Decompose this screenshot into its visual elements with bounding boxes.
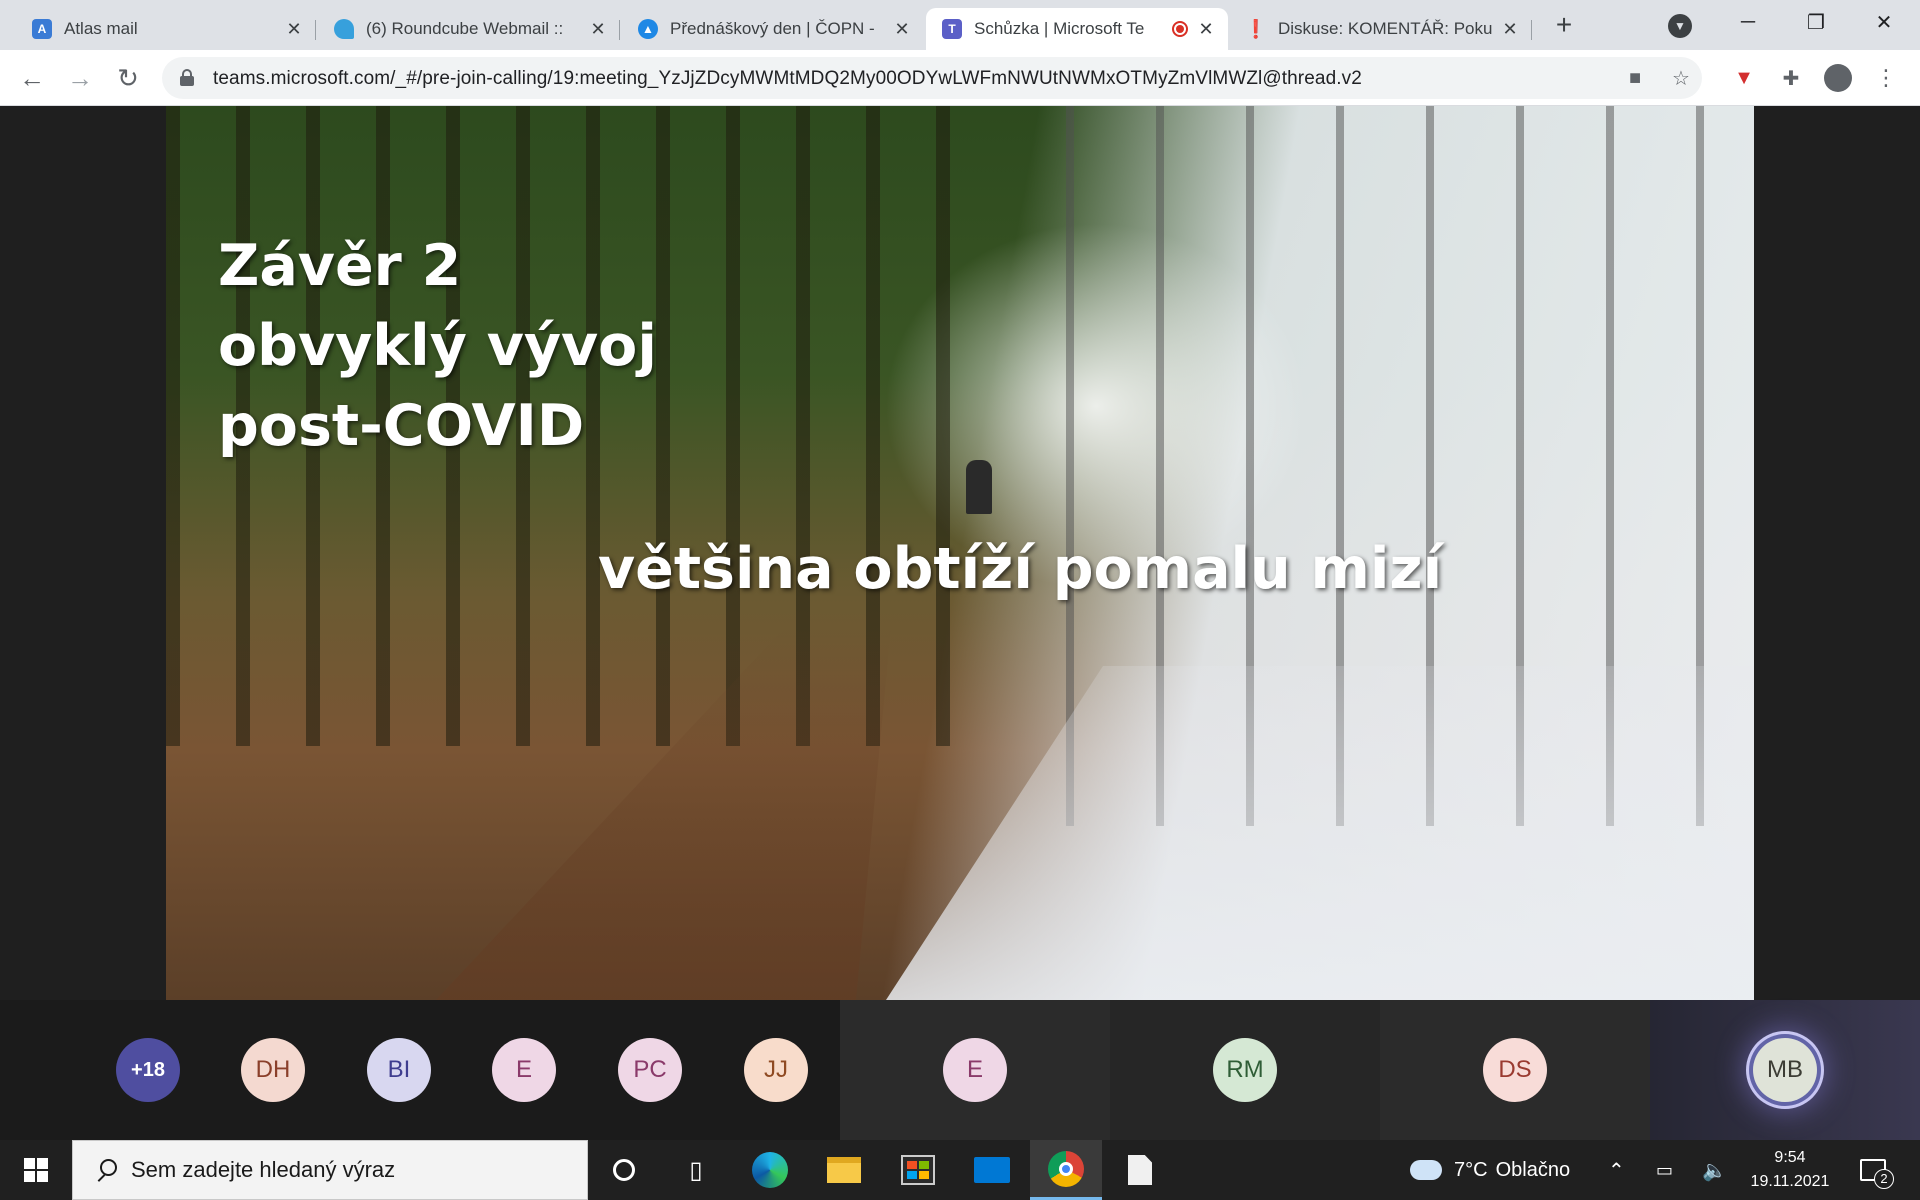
- close-tab-icon[interactable]: ✕: [892, 19, 912, 39]
- recording-indicator-icon: [1172, 21, 1188, 37]
- participant-avatar: PC: [618, 1038, 682, 1102]
- reload-icon[interactable]: ↻: [110, 60, 146, 96]
- address-bar[interactable]: teams.microsoft.com/_#/pre-join-calling/…: [162, 57, 1702, 99]
- volume-icon[interactable]: 🔈: [1702, 1140, 1727, 1200]
- browser-toolbar: ← → ↻ teams.microsoft.com/_#/pre-join-ca…: [0, 50, 1920, 106]
- microsoft-store-icon[interactable]: [882, 1140, 954, 1200]
- participant-tile[interactable]: DS: [1380, 1000, 1650, 1140]
- browser-tab-strip: A Atlas mail ✕ (6) Roundcube Webmail :: …: [0, 0, 1920, 50]
- document-file-icon[interactable]: [1104, 1140, 1176, 1200]
- participant-tile-speaking[interactable]: MB: [1650, 1000, 1920, 1140]
- browser-menu-kebab-icon[interactable]: ⋮: [1870, 62, 1902, 94]
- participant-avatar: E: [492, 1038, 556, 1102]
- system-clock[interactable]: 9:54 19.11.2021: [1732, 1146, 1848, 1194]
- notification-center-icon[interactable]: 2: [1860, 1140, 1894, 1200]
- search-icon: [95, 1159, 117, 1181]
- chrome-taskbar-icon[interactable]: [1030, 1140, 1102, 1200]
- bookmark-star-icon[interactable]: ☆: [1668, 65, 1694, 91]
- show-hidden-icons-chevron-icon[interactable]: ⌃: [1608, 1140, 1625, 1200]
- profile-avatar-icon[interactable]: [1822, 62, 1854, 94]
- slide-title-line: post-COVID: [218, 393, 585, 459]
- participant-tile[interactable]: E: [840, 1000, 1110, 1140]
- tab-diskuse[interactable]: ❗ Diskuse: KOMENTÁŘ: Poku ✕: [1230, 8, 1532, 50]
- roundcube-favicon-icon: [334, 19, 354, 39]
- minimize-window-icon[interactable]: ─: [1714, 0, 1782, 44]
- tab-search-chevron-icon[interactable]: ▼: [1668, 14, 1692, 38]
- slide-title: Závěr 2 obvyklý vývoj post-COVID: [218, 226, 657, 466]
- tab-separator: [619, 20, 620, 40]
- pocket-extension-icon[interactable]: ▼: [1728, 62, 1760, 94]
- notification-count-badge: 2: [1874, 1169, 1894, 1189]
- file-explorer-icon[interactable]: [808, 1140, 880, 1200]
- participant-avatar: DH: [241, 1038, 305, 1102]
- search-placeholder: Sem zadejte hledaný výraz: [131, 1157, 396, 1182]
- close-tab-icon[interactable]: ✕: [1196, 19, 1216, 39]
- tab-title: Schůzka | Microsoft Te: [974, 19, 1145, 38]
- participant-avatar: MB: [1753, 1038, 1817, 1102]
- windows-logo-icon: [24, 1158, 48, 1182]
- cortana-icon[interactable]: [588, 1140, 660, 1200]
- tab-title: Přednáškový den | ČOPN -: [670, 19, 875, 38]
- close-tab-icon[interactable]: ✕: [1500, 19, 1520, 39]
- weather-temperature: 7°C: [1454, 1158, 1488, 1181]
- tab-title: (6) Roundcube Webmail ::: [366, 19, 564, 38]
- participant-tile[interactable]: BI: [363, 1000, 435, 1140]
- news-favicon-icon: ❗: [1244, 18, 1268, 39]
- slide-title-line: Závěr 2: [218, 233, 462, 299]
- slide-background-person: [966, 460, 992, 514]
- clock-time: 9:54: [1774, 1149, 1806, 1166]
- participant-tile[interactable]: RM: [1110, 1000, 1380, 1140]
- weather-description: Oblačno: [1495, 1158, 1571, 1181]
- camera-blocked-icon[interactable]: ■: [1622, 65, 1648, 91]
- tab-separator: [1531, 20, 1532, 40]
- windows-taskbar: Sem zadejte hledaný výraz ▯ 7°C Oblačno …: [0, 1140, 1920, 1200]
- teams-favicon-icon: T: [942, 19, 962, 39]
- cloud-weather-icon: [1410, 1160, 1442, 1180]
- task-view-icon[interactable]: ▯: [660, 1140, 732, 1200]
- clock-date: 19.11.2021: [1750, 1173, 1830, 1190]
- start-button[interactable]: [0, 1140, 72, 1200]
- tab-roundcube[interactable]: (6) Roundcube Webmail :: ✕: [318, 8, 620, 50]
- tab-title: Atlas mail: [64, 19, 138, 38]
- close-window-icon[interactable]: ✕: [1850, 0, 1918, 44]
- mail-envelope-icon[interactable]: [956, 1140, 1028, 1200]
- taskbar-search-box[interactable]: Sem zadejte hledaný výraz: [72, 1140, 588, 1200]
- restore-window-icon[interactable]: ❐: [1782, 0, 1850, 44]
- participant-gallery: +18 DH BI E PC JJ E RM DS MB: [0, 1000, 1920, 1140]
- extensions-puzzle-icon[interactable]: ✚: [1775, 62, 1807, 94]
- overflow-count-badge[interactable]: +18: [116, 1038, 180, 1102]
- url-text[interactable]: teams.microsoft.com/_#/pre-join-calling/…: [213, 68, 1362, 90]
- slide-background-snow: [886, 666, 1754, 1000]
- network-icon[interactable]: ▭: [1656, 1140, 1673, 1200]
- tab-atlas-mail[interactable]: A Atlas mail ✕: [16, 8, 316, 50]
- more-participants-button[interactable]: +18: [112, 1000, 184, 1140]
- participant-tile[interactable]: JJ: [740, 1000, 812, 1140]
- slide-subtitle: většina obtíží pomalu mizí: [598, 536, 1443, 602]
- close-tab-icon[interactable]: ✕: [284, 19, 304, 39]
- new-tab-plus-icon[interactable]: +: [1548, 10, 1580, 42]
- forward-arrow-icon[interactable]: →: [62, 60, 98, 96]
- edge-browser-icon[interactable]: [734, 1140, 806, 1200]
- participant-avatar: E: [943, 1038, 1007, 1102]
- close-tab-icon[interactable]: ✕: [588, 19, 608, 39]
- slide-title-line: obvyklý vývoj: [218, 313, 657, 379]
- shared-presentation-slide: Závěr 2 obvyklý vývoj post-COVID většina…: [166, 106, 1754, 1000]
- tab-separator: [315, 20, 316, 40]
- participant-avatar: BI: [367, 1038, 431, 1102]
- tab-teams-meeting[interactable]: T Schůzka | Microsoft Te ✕: [926, 8, 1228, 50]
- atlas-mail-favicon-icon: A: [32, 19, 52, 39]
- tab-prednaskovy-den[interactable]: ▲ Přednáškový den | ČOPN - ✕: [622, 8, 924, 50]
- lock-icon[interactable]: [180, 69, 194, 86]
- back-arrow-icon[interactable]: ←: [14, 60, 50, 96]
- participant-tile[interactable]: DH: [237, 1000, 309, 1140]
- teams-meeting-stage: Závěr 2 obvyklý vývoj post-COVID většina…: [0, 106, 1920, 1000]
- participant-avatar: DS: [1483, 1038, 1547, 1102]
- participant-tile[interactable]: E: [488, 1000, 560, 1140]
- participant-avatar: RM: [1213, 1038, 1277, 1102]
- weather-widget[interactable]: 7°C Oblačno: [1410, 1140, 1570, 1200]
- copn-favicon-icon: ▲: [638, 19, 658, 39]
- participant-avatar: JJ: [744, 1038, 808, 1102]
- participant-tile[interactable]: PC: [614, 1000, 686, 1140]
- tab-title: Diskuse: KOMENTÁŘ: Poku: [1278, 19, 1492, 38]
